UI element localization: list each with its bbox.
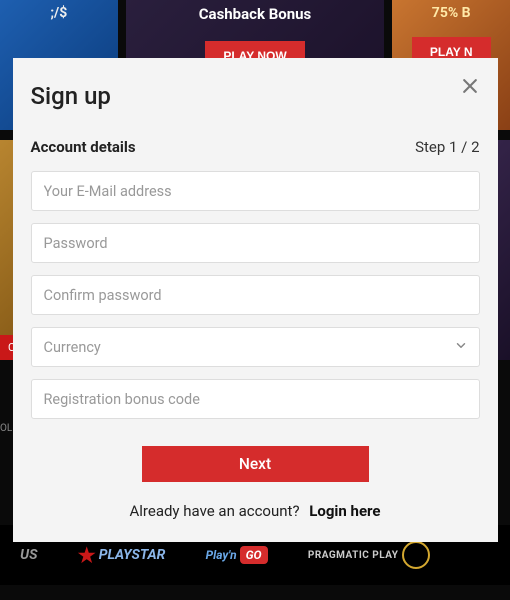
close-button[interactable] — [460, 76, 480, 100]
confirm-password-field[interactable] — [31, 275, 480, 315]
next-button[interactable]: Next — [142, 446, 369, 482]
section-header: Account details Step 1 / 2 — [31, 138, 480, 156]
section-label: Account details — [31, 138, 136, 156]
currency-field[interactable] — [31, 327, 480, 367]
email-field[interactable] — [31, 171, 480, 211]
bonus-code-field[interactable] — [31, 379, 480, 419]
login-prompt-text: Already have an account? — [129, 502, 299, 520]
close-icon — [460, 81, 480, 100]
password-field[interactable] — [31, 223, 480, 263]
modal-title: Sign up — [31, 82, 480, 110]
modal-overlay: Sign up Account details Step 1 / 2 Next … — [0, 0, 510, 600]
step-indicator: Step 1 / 2 — [415, 138, 479, 156]
login-prompt-row: Already have an account? Login here — [31, 502, 480, 520]
signup-modal: Sign up Account details Step 1 / 2 Next … — [13, 58, 498, 542]
login-link[interactable]: Login here — [309, 502, 380, 520]
currency-select[interactable] — [31, 327, 480, 367]
